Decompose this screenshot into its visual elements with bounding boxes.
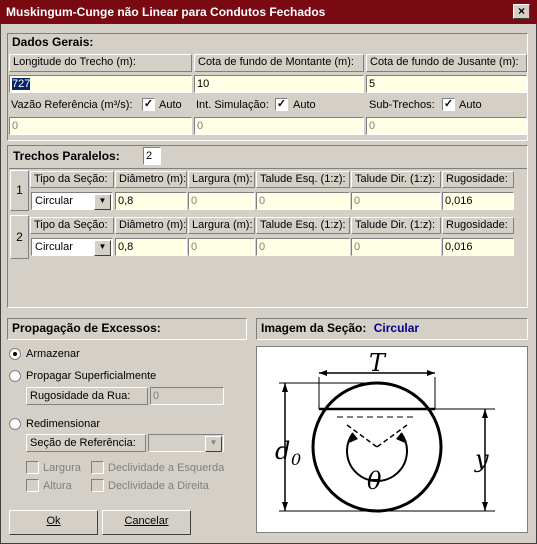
ok-button[interactable]: Ok	[9, 510, 98, 535]
imagem-header-label: Imagem da Seção:	[261, 321, 367, 335]
section-image: T d 0 y θ	[256, 346, 528, 533]
circular-section-diagram: T d 0 y θ	[275, 349, 495, 513]
decl-dir-label: Declividade a Direita	[108, 480, 209, 492]
cancel-button-label: Cancelar	[124, 515, 169, 527]
row-1-col-talude-dir: Talude Dir. (1:z):	[351, 171, 441, 188]
cota-montante-input[interactable]: 10	[194, 75, 364, 93]
row-1-talude-esq-input[interactable]: 0	[256, 192, 350, 210]
row-1-diametro-input[interactable]: 0,8	[115, 192, 187, 210]
theta-label: θ	[367, 467, 382, 495]
rugosidade-rua-input[interactable]: 0	[150, 387, 224, 405]
d0-arrow-bottom	[282, 502, 288, 511]
row-1-col-largura: Largura (m):	[188, 171, 255, 188]
largura-checkbox[interactable]	[26, 461, 39, 474]
vazao-auto-label: Auto	[159, 99, 182, 111]
row-2-rugosidade-input[interactable]: 0,016	[442, 238, 514, 256]
rugosidade-rua-label: Rugosidade da Rua:	[26, 387, 148, 405]
close-button[interactable]: ×	[513, 4, 530, 19]
decl-esq-checkbox[interactable]	[91, 461, 104, 474]
row-2-diametro-input[interactable]: 0,8	[115, 238, 187, 256]
row-2-talude-dir-input[interactable]: 0	[351, 238, 441, 256]
longitude-value: 727	[12, 78, 31, 90]
d0-arrow-top	[282, 383, 288, 392]
decl-esq-label: Declividade a Esquerda	[108, 462, 225, 474]
redimensionar-radio[interactable]	[9, 418, 21, 430]
secao-ref-label: Seção de Referência:	[26, 434, 146, 452]
row-1-tipo-value: Circular	[35, 195, 73, 207]
longitude-label: Longitude do Trecho (m):	[9, 54, 192, 72]
row-1-col-rugosidade: Rugosidade:	[442, 171, 514, 188]
secao-ref-select[interactable]: ▼	[148, 434, 224, 452]
altura-checkbox[interactable]	[26, 479, 39, 492]
imagem-header-value: Circular	[373, 321, 420, 335]
redimensionar-label: Redimensionar	[26, 418, 100, 430]
chevron-down-icon[interactable]: ▼	[205, 436, 222, 452]
chevron-down-icon[interactable]: ▼	[94, 194, 111, 210]
largura-label: Largura	[43, 462, 81, 474]
chevron-down-icon[interactable]: ▼	[94, 240, 111, 256]
row-2-col-talude-dir: Talude Dir. (1:z):	[351, 217, 441, 234]
ok-button-label: Ok	[46, 515, 61, 527]
propagar-label: Propagar Superficialmente	[26, 370, 157, 382]
row-2-tipo-value: Circular	[35, 241, 73, 253]
trechos-header: Trechos Paralelos:	[13, 149, 120, 163]
row-1-col-diametro: Diâmetro (m):	[115, 171, 187, 188]
simulacao-auto-label: Auto	[293, 99, 316, 111]
decl-dir-checkbox[interactable]	[91, 479, 104, 492]
propagacao-header: Propagação de Excessos:	[7, 318, 247, 340]
dados-gerais-header: Dados Gerais:	[12, 35, 94, 49]
row-1-col-tipo: Tipo da Seção:	[30, 171, 114, 188]
vazao-auto-checkbox[interactable]: ✓	[142, 98, 155, 111]
vazao-input[interactable]: 0	[9, 117, 192, 135]
t-arrow-right	[427, 370, 435, 376]
d0-label: d	[275, 437, 290, 465]
row-2-tipo-select[interactable]: Circular ▼	[31, 238, 113, 256]
row-2-number: 2	[10, 215, 29, 259]
imagem-header: Imagem da Seção: Circular	[256, 318, 528, 340]
row-1-rugosidade-input[interactable]: 0,016	[442, 192, 514, 210]
y-arrow-top	[482, 409, 488, 418]
propagar-radio[interactable]	[9, 370, 21, 382]
armazenar-radio[interactable]	[9, 348, 21, 360]
subtrechos-input[interactable]: 0	[366, 117, 527, 135]
cota-montante-label: Cota de fundo de Montante (m):	[194, 54, 364, 72]
armazenar-label: Armazenar	[26, 348, 80, 360]
y-label: y	[474, 445, 489, 473]
simulacao-label: Int. Simulação:	[196, 99, 269, 111]
altura-label: Altura	[43, 480, 72, 492]
subtrechos-auto-label: Auto	[459, 99, 482, 111]
vazao-label: Vazão Referência (m³/s):	[11, 99, 133, 111]
row-2-col-largura: Largura (m):	[188, 217, 255, 234]
row-1-largura-input[interactable]: 0	[188, 192, 255, 210]
longitude-input[interactable]: 727	[9, 75, 192, 93]
window-title: Muskingum-Cunge não Linear para Condutos…	[0, 0, 537, 24]
row-2-col-tipo: Tipo da Seção:	[30, 217, 114, 234]
subtrechos-label: Sub-Trechos:	[369, 99, 435, 111]
t-arrow-left	[319, 370, 327, 376]
cota-jusante-label: Cota de fundo de Jusante (m):	[366, 54, 527, 72]
d0-subscript: 0	[291, 450, 301, 469]
row-1-talude-dir-input[interactable]: 0	[351, 192, 441, 210]
y-arrow-bottom	[482, 502, 488, 511]
row-2-talude-esq-input[interactable]: 0	[256, 238, 350, 256]
cancel-button[interactable]: Cancelar	[102, 510, 191, 535]
simulacao-auto-checkbox[interactable]: ✓	[275, 98, 288, 111]
row-1-number: 1	[10, 170, 29, 211]
row-1-col-talude-esq: Talude Esq. (1:z):	[256, 171, 350, 188]
row-2-col-talude-esq: Talude Esq. (1:z):	[256, 217, 350, 234]
row-1-tipo-select[interactable]: Circular ▼	[31, 192, 113, 210]
row-2-col-diametro: Diâmetro (m):	[115, 217, 187, 234]
subtrechos-auto-checkbox[interactable]: ✓	[442, 98, 455, 111]
trechos-count-input[interactable]: 2	[143, 147, 161, 165]
row-2-largura-input[interactable]: 0	[188, 238, 255, 256]
row-2-col-rugosidade: Rugosidade:	[442, 217, 514, 234]
radio-selected-dot	[13, 352, 17, 356]
simulacao-input[interactable]: 0	[194, 117, 364, 135]
cota-jusante-input[interactable]: 5	[366, 75, 527, 93]
t-label: T	[369, 349, 387, 377]
